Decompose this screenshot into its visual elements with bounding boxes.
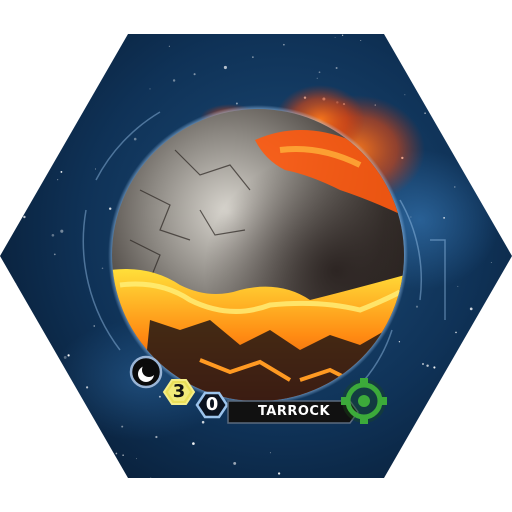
star <box>150 476 152 478</box>
star <box>473 414 476 418</box>
star <box>149 88 151 90</box>
star <box>39 424 40 426</box>
star <box>422 469 426 473</box>
star <box>269 452 271 454</box>
star <box>108 207 112 210</box>
planet-tile[interactable] <box>0 0 512 512</box>
star <box>59 407 63 411</box>
trait-badge <box>129 355 163 389</box>
star <box>410 216 412 218</box>
star <box>398 341 401 343</box>
star <box>316 77 318 79</box>
star <box>490 261 492 263</box>
star <box>469 307 473 311</box>
star <box>277 472 281 475</box>
star <box>136 458 138 460</box>
star <box>201 420 205 424</box>
star <box>101 267 104 270</box>
star <box>60 229 64 233</box>
star <box>35 105 37 107</box>
star <box>426 364 429 367</box>
star <box>85 50 87 52</box>
star <box>48 126 51 130</box>
star <box>192 442 195 445</box>
star <box>68 132 71 135</box>
star <box>94 168 96 170</box>
star <box>0 467 4 470</box>
star <box>60 170 63 173</box>
star <box>115 452 118 455</box>
star <box>63 355 67 359</box>
star <box>67 38 70 41</box>
star <box>453 454 455 456</box>
star <box>84 34 88 37</box>
star <box>8 170 12 173</box>
star <box>88 54 92 58</box>
star <box>334 36 336 38</box>
star <box>457 285 459 287</box>
star <box>484 167 488 171</box>
star <box>86 470 89 473</box>
star <box>158 395 161 398</box>
resources-value: 3 <box>172 381 186 402</box>
star <box>491 303 494 306</box>
star <box>41 97 43 99</box>
star <box>235 102 238 105</box>
star <box>32 191 34 193</box>
star <box>121 425 124 428</box>
star <box>28 147 31 149</box>
star <box>283 43 285 46</box>
star <box>496 69 500 73</box>
star <box>53 253 56 256</box>
star <box>424 112 426 115</box>
star <box>25 196 28 199</box>
star <box>25 189 27 192</box>
star <box>455 331 457 334</box>
star <box>75 107 77 110</box>
star <box>51 233 55 237</box>
star <box>454 186 456 188</box>
star <box>233 461 237 465</box>
star <box>13 283 17 286</box>
star <box>223 65 227 70</box>
star <box>23 215 26 219</box>
star <box>360 39 362 42</box>
star <box>193 73 196 76</box>
star <box>415 305 419 308</box>
star <box>20 382 24 386</box>
star <box>0 249 2 252</box>
star <box>57 179 59 181</box>
planet-name: TARROCK <box>257 404 331 419</box>
star <box>252 56 254 58</box>
star <box>133 137 137 141</box>
star <box>122 454 124 456</box>
star <box>493 387 497 391</box>
star <box>335 67 338 69</box>
star <box>499 469 502 472</box>
star <box>6 142 8 144</box>
star <box>488 177 491 180</box>
star <box>485 34 488 36</box>
star <box>495 430 497 432</box>
star <box>421 362 425 366</box>
star <box>500 35 502 37</box>
star <box>433 366 436 369</box>
star <box>404 94 406 96</box>
star <box>443 217 445 219</box>
star <box>341 34 344 36</box>
influence-value: 0 <box>205 394 219 415</box>
star <box>429 456 432 459</box>
star <box>172 79 176 82</box>
star <box>318 71 321 74</box>
star <box>62 384 66 388</box>
star <box>86 386 89 389</box>
star <box>168 45 170 47</box>
star <box>93 325 95 327</box>
star <box>11 101 14 104</box>
star <box>67 354 70 357</box>
star <box>155 435 158 439</box>
